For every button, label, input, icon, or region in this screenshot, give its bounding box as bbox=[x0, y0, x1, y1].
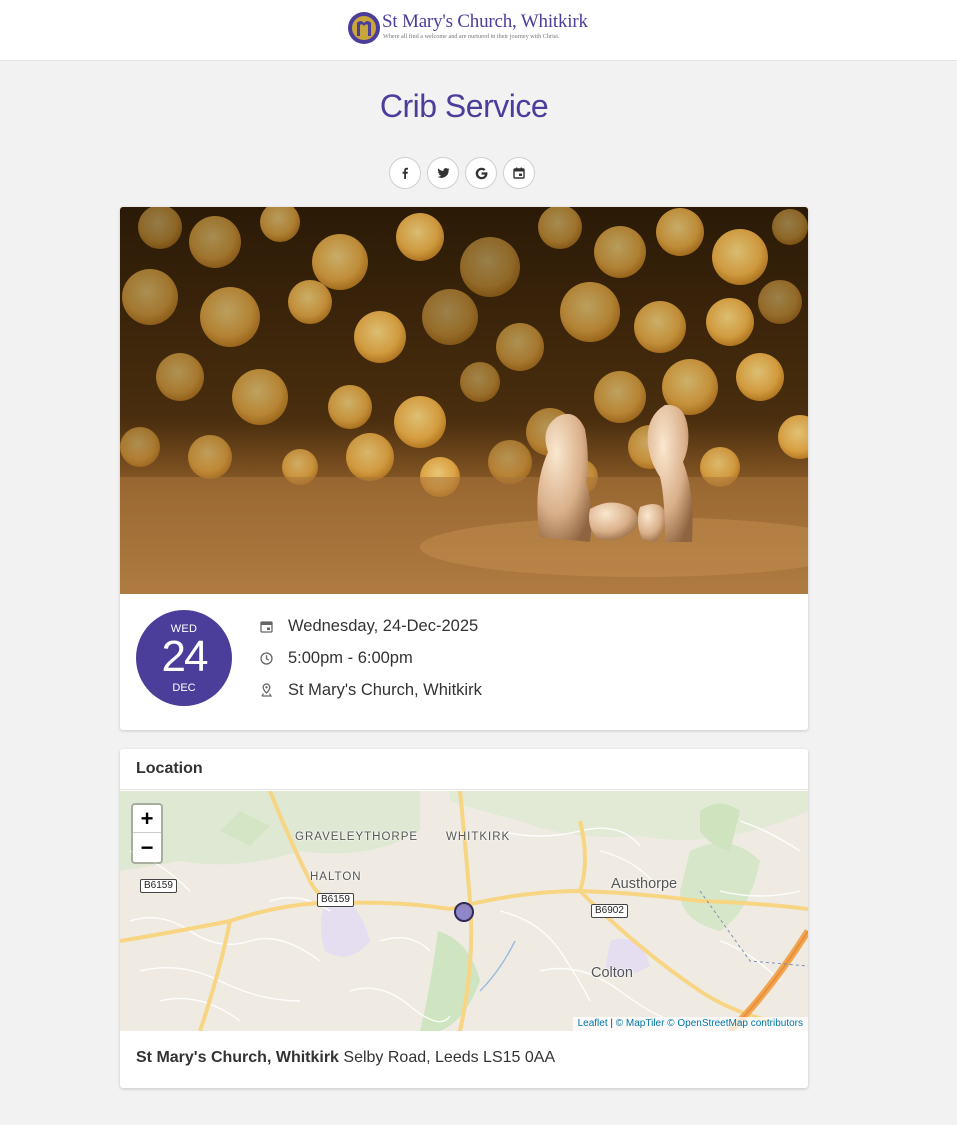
location-marker[interactable] bbox=[454, 902, 474, 922]
bokeh-light bbox=[594, 371, 646, 423]
facebook-share-button[interactable] bbox=[389, 157, 421, 189]
date-day: 24 bbox=[161, 632, 209, 681]
logo-name: St Mary's Church, Whitkirk bbox=[382, 11, 588, 32]
zoom-in-button[interactable]: + bbox=[133, 805, 161, 833]
bokeh-light bbox=[460, 362, 500, 402]
bokeh-light bbox=[288, 280, 332, 324]
map-attribution: Leaflet | © MapTiler © OpenStreetMap con… bbox=[572, 1017, 808, 1031]
location-address: St Mary's Church, Whitkirk Selby Road, L… bbox=[136, 1049, 555, 1067]
bokeh-light bbox=[120, 427, 160, 467]
leaflet-link[interactable]: Leaflet bbox=[578, 1018, 608, 1029]
bokeh-light bbox=[328, 385, 372, 429]
calendar-add-icon bbox=[513, 167, 525, 179]
bokeh-light bbox=[772, 209, 808, 245]
calendar-icon bbox=[258, 618, 274, 634]
location-header: Location bbox=[120, 749, 808, 790]
bokeh-light bbox=[346, 433, 394, 481]
bokeh-light bbox=[758, 280, 802, 324]
bokeh-light bbox=[422, 289, 478, 345]
address-name: St Mary's Church, Whitkirk bbox=[136, 1049, 339, 1066]
share-buttons bbox=[389, 157, 535, 189]
bokeh-light bbox=[122, 269, 178, 325]
map-label-austhorpe: Austhorpe bbox=[611, 876, 678, 892]
map-pin-icon bbox=[258, 682, 274, 698]
facebook-icon bbox=[402, 167, 408, 179]
bokeh-light bbox=[594, 226, 646, 278]
event-card: WED 24 DEC Wednesday, 24-Dec-2025 5:00pm… bbox=[120, 207, 808, 730]
attribution-separator: | bbox=[607, 1018, 616, 1029]
osm-link[interactable]: © OpenStreetMap contributors bbox=[667, 1018, 803, 1029]
location-heading: Location bbox=[136, 760, 203, 777]
event-title: Crib Service bbox=[379, 88, 549, 124]
bokeh-light bbox=[634, 301, 686, 353]
bokeh-light bbox=[156, 353, 204, 401]
bokeh-light bbox=[312, 234, 368, 290]
bokeh-light bbox=[538, 207, 582, 249]
bokeh-light bbox=[396, 213, 444, 261]
event-date-text: Wednesday, 24-Dec-2025 bbox=[288, 616, 479, 635]
bokeh-light bbox=[736, 353, 784, 401]
map-label-graveleythorpe: GRAVELEYTHORPE bbox=[295, 831, 419, 843]
bokeh-light bbox=[394, 396, 446, 448]
event-image bbox=[120, 207, 808, 594]
zoom-out-button[interactable]: − bbox=[133, 834, 161, 862]
bokeh-light bbox=[712, 229, 768, 285]
zoom-control: + − bbox=[131, 803, 163, 864]
google-icon bbox=[475, 167, 487, 179]
location-card: Location + − GRAVELEYTHORPE WHITKIRK HAL… bbox=[120, 749, 808, 1088]
bokeh-light bbox=[656, 208, 704, 256]
date-month: DEC bbox=[172, 682, 196, 694]
bokeh-light bbox=[138, 207, 182, 249]
bokeh-light bbox=[354, 311, 406, 363]
site-logo[interactable]: St Mary's Church, Whitkirk Where all fin… bbox=[346, 10, 588, 48]
bokeh-light bbox=[200, 287, 260, 347]
add-to-calendar-button[interactable] bbox=[503, 157, 535, 189]
address-street: Selby Road, Leeds LS15 0AA bbox=[343, 1049, 556, 1066]
road-shield-b6159: B6159 bbox=[140, 879, 177, 893]
event-venue-row: St Mary's Church, Whitkirk bbox=[258, 678, 482, 702]
church-crest-icon bbox=[348, 12, 380, 44]
event-venue-text: St Mary's Church, Whitkirk bbox=[288, 680, 482, 699]
twitter-icon bbox=[437, 168, 449, 178]
road-shield-b6159: B6159 bbox=[317, 893, 354, 907]
twitter-share-button[interactable] bbox=[427, 157, 459, 189]
location-map[interactable]: + − GRAVELEYTHORPE WHITKIRK HALTON Austh… bbox=[120, 791, 808, 1031]
event-time-text: 5:00pm - 6:00pm bbox=[288, 648, 413, 667]
bokeh-light bbox=[706, 298, 754, 346]
google-calendar-button[interactable] bbox=[465, 157, 497, 189]
map-label-halton: HALTON bbox=[310, 871, 362, 883]
bokeh-light bbox=[560, 282, 620, 342]
bokeh-light bbox=[460, 237, 520, 297]
road-shield-b6902: B6902 bbox=[591, 904, 628, 918]
date-badge: WED 24 DEC bbox=[136, 610, 232, 706]
map-label-whitkirk: WHITKIRK bbox=[446, 831, 511, 843]
clock-icon bbox=[258, 650, 274, 666]
bokeh-light bbox=[189, 216, 241, 268]
logo-tagline: Where all find a welcome and are nurture… bbox=[383, 33, 560, 40]
event-time-row: 5:00pm - 6:00pm bbox=[258, 646, 413, 670]
event-date-row: Wednesday, 24-Dec-2025 bbox=[258, 614, 478, 638]
bokeh-light bbox=[188, 435, 232, 479]
maptiler-link[interactable]: © MapTiler bbox=[616, 1018, 665, 1029]
map-label-colton: Colton bbox=[591, 965, 633, 981]
site-header: St Mary's Church, Whitkirk Where all fin… bbox=[0, 0, 957, 61]
bokeh-light bbox=[496, 323, 544, 371]
bokeh-light bbox=[232, 369, 288, 425]
